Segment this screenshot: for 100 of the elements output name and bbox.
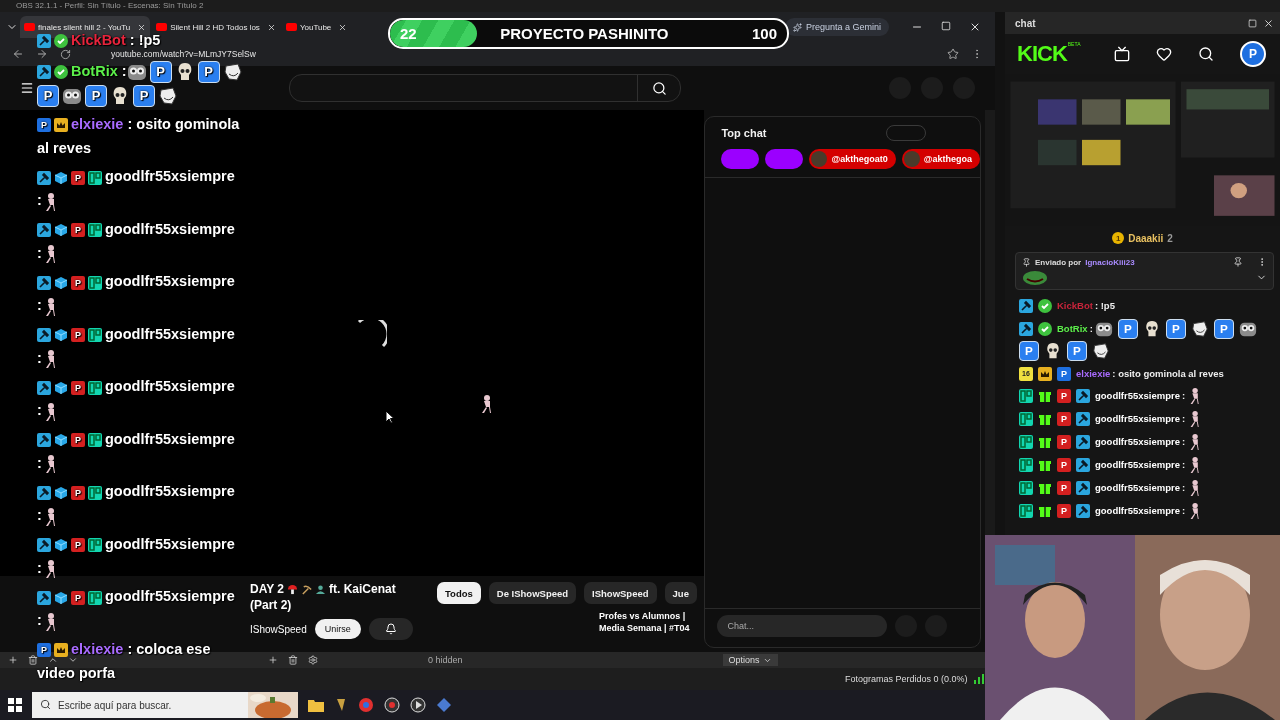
p-badge: P (37, 643, 51, 657)
bell-button[interactable] (368, 618, 413, 640)
avatar[interactable]: P (1240, 41, 1266, 67)
search-icon[interactable] (651, 80, 667, 96)
close-tab-icon[interactable] (338, 22, 348, 32)
join-button[interactable]: Unirse (314, 619, 361, 639)
pinned-user[interactable]: IgnacioKiii23 (1085, 257, 1135, 267)
crown-icon (1038, 367, 1052, 381)
trash-icon[interactable] (28, 655, 38, 665)
message-text: : (37, 503, 252, 528)
username[interactable]: goodlfr55xsiempre (1095, 480, 1180, 496)
heart-icon[interactable] (1156, 46, 1172, 62)
maximize-icon[interactable] (941, 21, 951, 31)
message-text: : (37, 345, 252, 370)
up-icon[interactable] (48, 655, 58, 665)
p-badge: P (37, 118, 51, 132)
gg-badge-icon (1019, 504, 1033, 518)
options-button[interactable]: Options (722, 654, 778, 666)
gg-badge-icon (1019, 435, 1033, 449)
browser-icon[interactable] (358, 697, 374, 713)
p-badge: P (1057, 412, 1071, 426)
p-badge: P (1057, 435, 1071, 449)
goal-current: 22 (400, 25, 417, 42)
trash-icon[interactable] (288, 655, 298, 665)
cube-icon (54, 433, 68, 447)
channel-name[interactable]: IShowSpeed (250, 623, 307, 635)
browser-tab[interactable]: YouTube (281, 16, 352, 38)
gg-badge-icon (88, 328, 102, 342)
donation-pill[interactable] (765, 149, 804, 169)
video-title: DAY 2 ft. KaiCenat (250, 582, 397, 596)
close-icon[interactable] (1263, 17, 1274, 29)
grin-emote (222, 62, 243, 83)
username: goodlfr55xsiempre (105, 378, 235, 395)
p-emote: P (37, 85, 59, 108)
gg-badge-icon (88, 223, 102, 237)
float-icon[interactable] (1248, 18, 1257, 28)
add-icon[interactable] (8, 655, 18, 665)
close-tab-icon[interactable] (137, 22, 147, 32)
close-icon[interactable] (969, 21, 981, 33)
username[interactable]: goodlfr55xsiempre (1095, 434, 1180, 450)
username[interactable]: goodlfr55xsiempre (1095, 411, 1180, 427)
message-text: : (1089, 322, 1093, 336)
message-text: : (1182, 458, 1186, 472)
p-badge: P (71, 328, 85, 342)
filter-chip[interactable]: De IShowSpeed (488, 582, 577, 604)
filter-chip[interactable]: IShowSpeed (584, 582, 657, 604)
search-field[interactable] (289, 74, 681, 102)
username[interactable]: goodlfr55xsiempre (1095, 503, 1180, 519)
username: goodlfr55xsiempre (105, 273, 235, 290)
p-badge: P (71, 538, 85, 552)
chat-input[interactable]: Chat... (717, 615, 888, 637)
hammer-icon (1019, 299, 1033, 313)
address-field[interactable]: youtube.com/watch?v=MLmJY7SelSw (83, 49, 935, 59)
folder-icon[interactable] (308, 698, 324, 712)
taskbar-search[interactable]: Escribe aquí para buscar. (32, 692, 248, 718)
record-icon[interactable] (384, 697, 400, 713)
hammer-icon (37, 328, 51, 342)
username[interactable]: goodlfr55xsiempre (1095, 388, 1180, 404)
menu-icon[interactable] (20, 81, 34, 95)
gemini-button[interactable]: Pregunta a Gemini (784, 18, 889, 36)
filter-chip[interactable]: Todos (437, 582, 481, 604)
message-text: : (1182, 389, 1186, 403)
message-text: : osito gominola (126, 115, 240, 132)
back-icon[interactable] (12, 48, 24, 60)
p-badge: P (1057, 504, 1071, 518)
reload-icon[interactable] (60, 48, 71, 60)
pickaxe-icon (301, 583, 313, 595)
donation-pill[interactable]: @akthegoat0 (809, 149, 896, 169)
star-icon[interactable] (947, 48, 959, 60)
leader-name: Daaakii (1128, 232, 1164, 244)
panel-title: chat (1015, 17, 1036, 29)
gg-badge-icon (1019, 458, 1033, 472)
search-icon[interactable] (1198, 46, 1214, 62)
username[interactable]: BotRix (1057, 321, 1088, 337)
p-badge: P (71, 223, 85, 237)
username[interactable]: goodlfr55xsiempre (1095, 457, 1180, 473)
message-text: : (37, 555, 252, 580)
settings-icon[interactable] (308, 655, 318, 665)
tv-icon[interactable] (1114, 46, 1130, 62)
donation-pill[interactable]: @akthegoa (901, 149, 980, 169)
cursor-icon (385, 410, 395, 424)
down-icon[interactable] (68, 655, 78, 665)
forward-icon[interactable] (36, 48, 48, 60)
username: BotRix (71, 63, 118, 79)
p-badge: P (1057, 367, 1071, 381)
pin-icon[interactable] (1233, 257, 1243, 267)
add-icon[interactable] (268, 655, 278, 665)
app-icon[interactable] (334, 698, 348, 712)
close-tab-icon[interactable] (266, 22, 276, 32)
filter-chip[interactable]: Jue (664, 582, 697, 604)
app-icon[interactable] (436, 697, 452, 713)
username[interactable]: elxiexie (1076, 366, 1111, 382)
video-title[interactable]: Profes vs Alumnos | Media Semana | #T04 (599, 610, 699, 634)
play-icon[interactable] (410, 697, 426, 713)
p-emote: P (1165, 319, 1186, 339)
windows-icon[interactable] (8, 698, 22, 712)
hammer-icon (37, 538, 51, 552)
verified-icon (54, 65, 68, 80)
donation-pill[interactable] (721, 149, 760, 169)
hammer-icon (37, 433, 51, 447)
